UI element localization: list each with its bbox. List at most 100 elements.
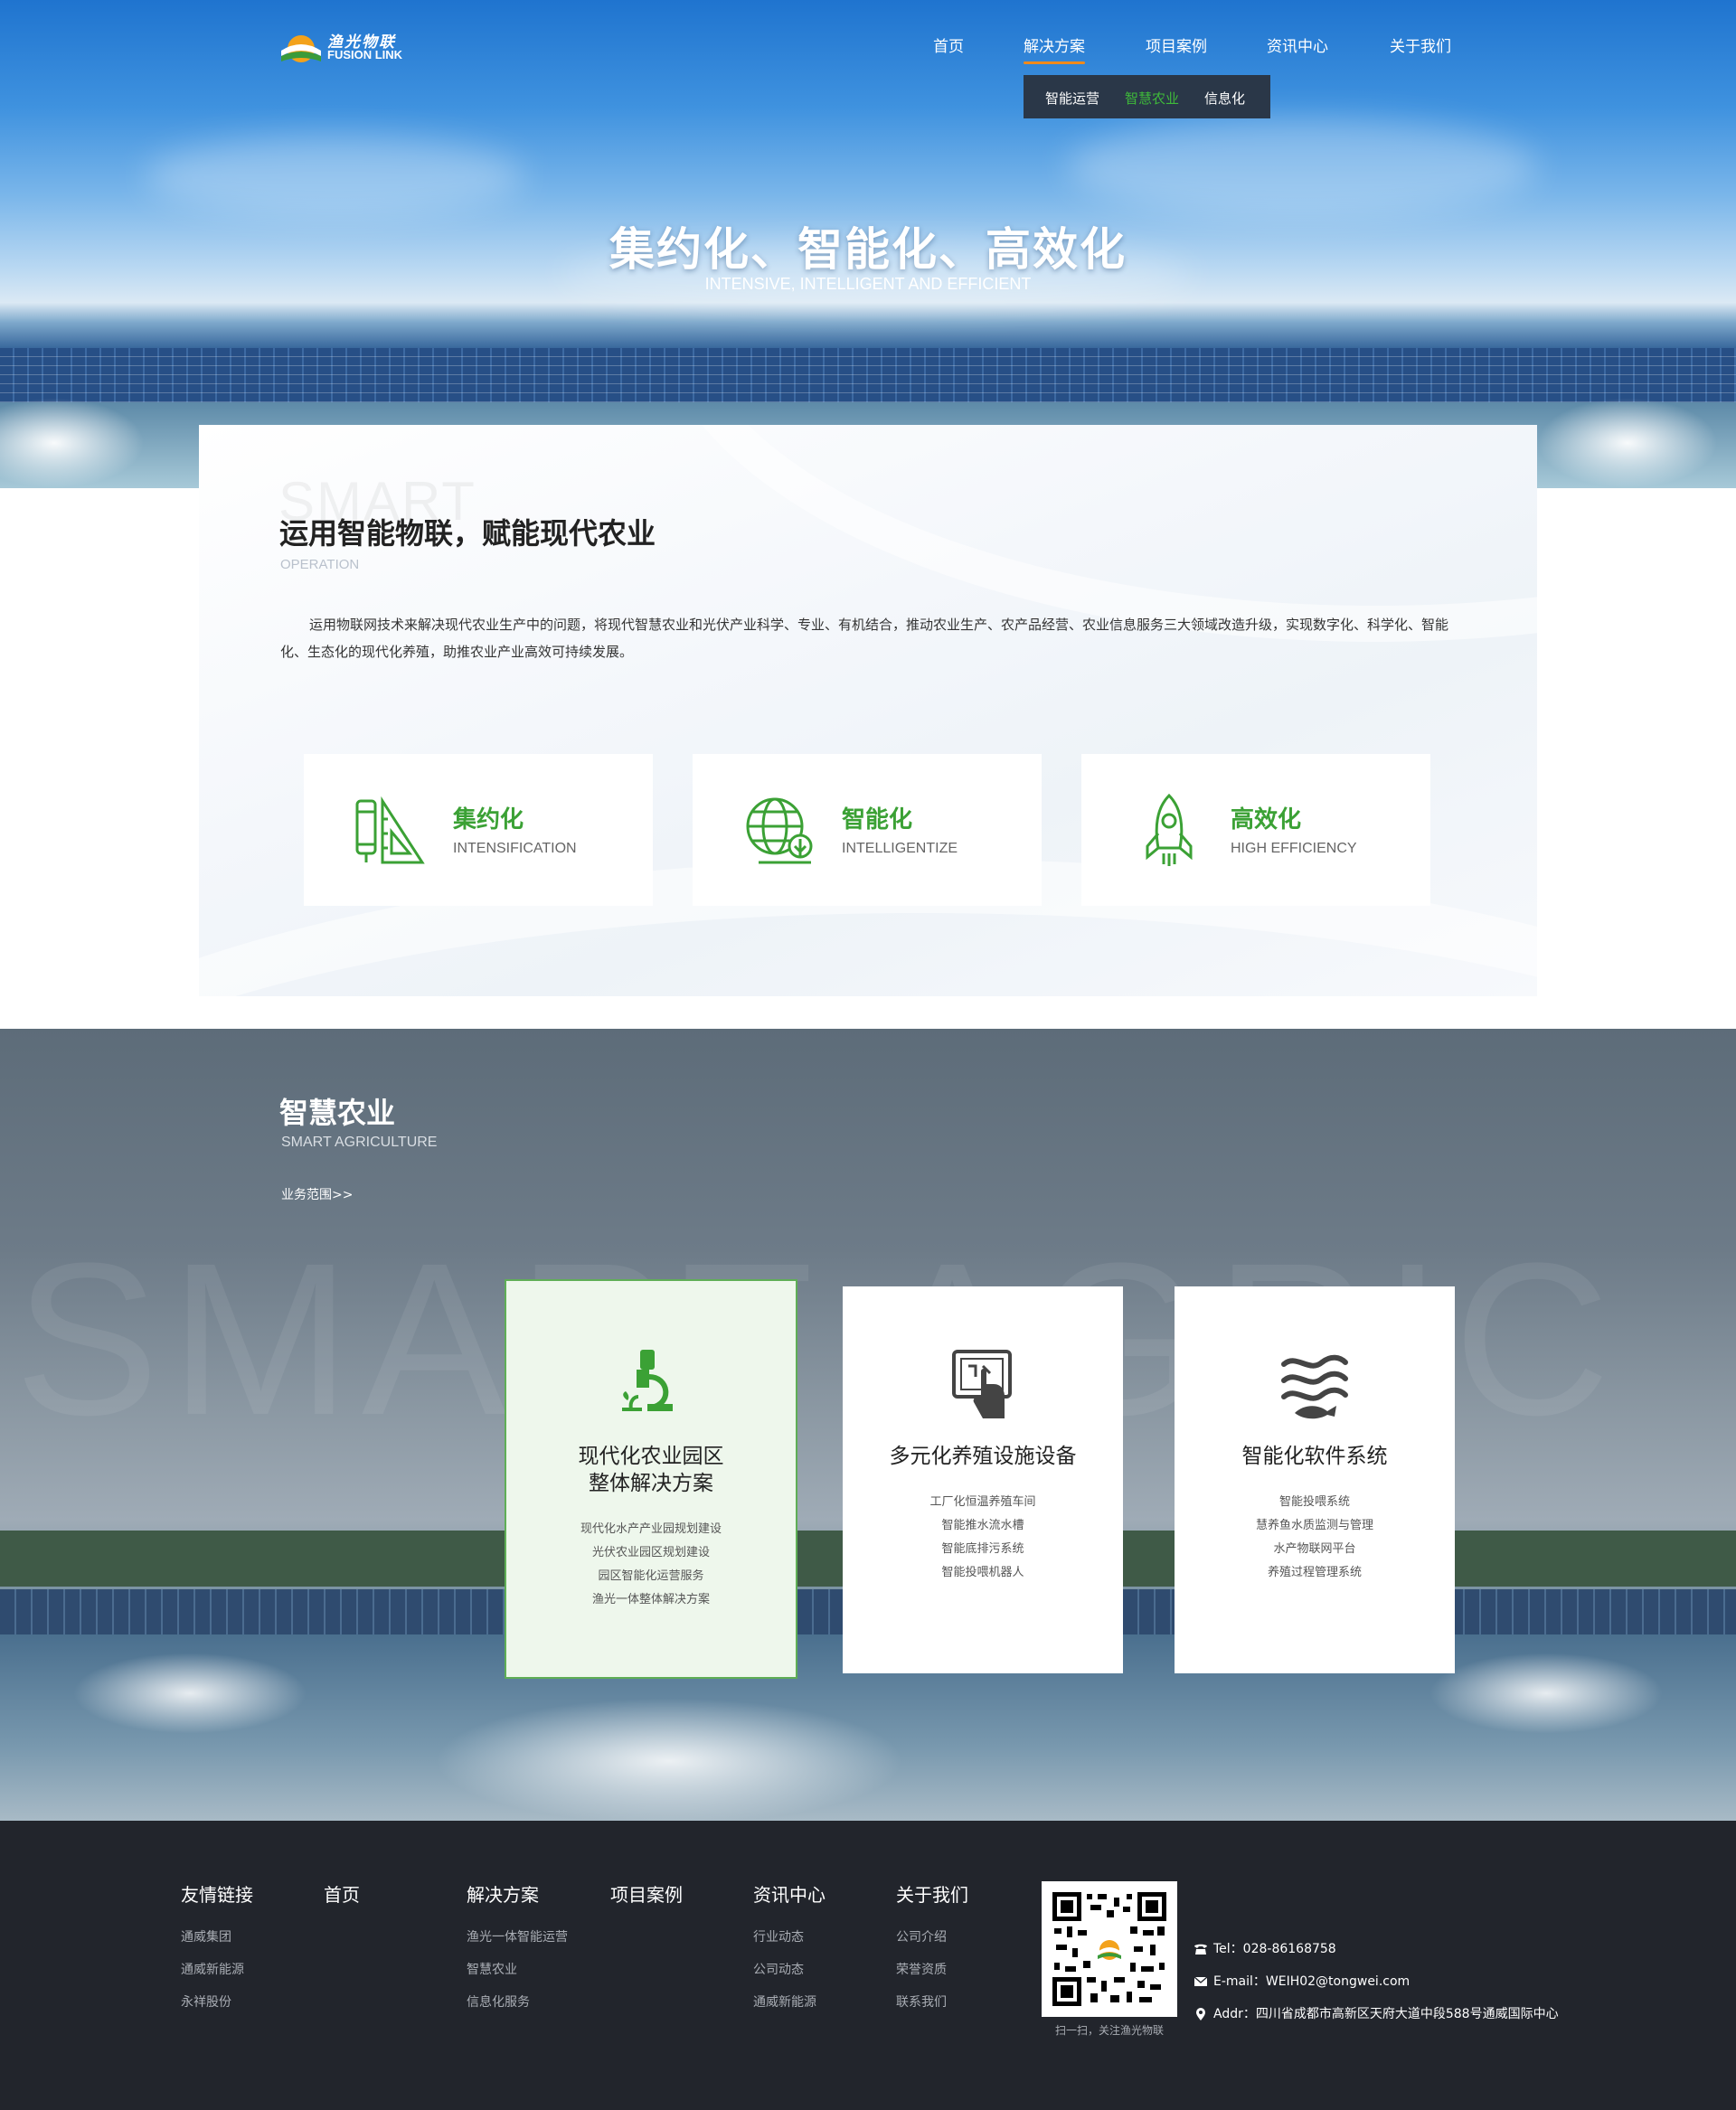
solution-card-title: 现代化农业园区 整体解决方案 — [506, 1443, 796, 1497]
footer-heading[interactable]: 解决方案 — [467, 1880, 568, 1907]
feature-name: 智能化 — [842, 806, 913, 834]
solution-card-list: 智能投喂系统 慧养鱼水质监测与管理 水产物联网平台 养殖过程管理系统 — [1175, 1491, 1455, 1585]
contact-address-text: Addr：四川省成都市高新区天府大道中段588号通威国际中心 — [1213, 2007, 1559, 2021]
footer-heading[interactable]: 资讯中心 — [753, 1880, 826, 1907]
cloud — [1067, 118, 1537, 217]
globe-plant-icon — [746, 797, 813, 864]
feature-card-high-efficiency[interactable]: 高效化 HIGH EFFICIENCY — [1081, 754, 1430, 906]
rocket-icon — [1146, 793, 1193, 866]
list-item: 现代化水产产业园规划建设 — [580, 1522, 722, 1536]
qr-code — [1042, 1881, 1177, 2017]
contact-tel: Tel：028-86168758 — [1194, 1933, 1559, 1965]
ruler-pencil-icon — [355, 796, 425, 864]
feature-name-en: INTENSIFICATION — [453, 841, 577, 856]
subnav-informatization[interactable]: 信息化 — [1204, 89, 1245, 108]
solutions-dropdown: 智能运营 智慧农业 信息化 — [1024, 75, 1270, 118]
solution-card-title-line: 现代化农业园区 — [578, 1445, 724, 1468]
qr-code-icon — [1051, 1890, 1168, 2008]
intro-title-en: OPERATION — [280, 557, 360, 572]
microscope-plant-icon — [622, 1350, 673, 1411]
water-splash — [434, 1698, 904, 1821]
contact-email-text[interactable]: E-mail：WEIH02@tongwei.com — [1213, 1965, 1410, 1998]
solution-card-equipment[interactable]: 多元化养殖设施设备 工厂化恒温养殖车间 智能推水流水槽 智能底排污系统 智能投喂… — [843, 1286, 1123, 1673]
water-splash — [72, 1653, 307, 1734]
feature-card-intensification[interactable]: 集约化 INTENSIFICATION — [304, 754, 653, 906]
fish-waves-icon — [1281, 1354, 1348, 1419]
footer-link[interactable]: 通威新能源 — [753, 1986, 826, 2019]
list-item: 智能投喂机器人 — [941, 1566, 1024, 1579]
location-pin-icon — [1196, 2008, 1205, 2021]
main-nav: 首页 解决方案 项目案例 资讯中心 关于我们 — [0, 33, 1736, 64]
footer-heading[interactable]: 关于我们 — [896, 1880, 968, 1907]
footer-heading: 友情链接 — [181, 1884, 253, 1906]
solution-card-park[interactable]: 现代化农业园区 整体解决方案 现代化水产产业园规划建设 光伏农业园区规划建设 园… — [505, 1279, 797, 1679]
water-splash — [1429, 1653, 1664, 1734]
hero-title: 集约化、智能化、高效化 — [609, 223, 1127, 276]
list-item: 智能推水流水槽 — [941, 1519, 1024, 1532]
footer-link[interactable]: 渔光一体智能运营 — [467, 1921, 568, 1954]
feature-card-intelligentize[interactable]: 智能化 INTELLIGENTIZE — [693, 754, 1042, 906]
footer-column-cases: 项目案例 — [610, 1880, 683, 1907]
subnav-smart-operation[interactable]: 智能运营 — [1045, 89, 1099, 108]
subnav-smart-agriculture[interactable]: 智慧农业 — [1125, 89, 1179, 108]
agri-title-en: SMART AGRICULTURE — [281, 1135, 438, 1150]
footer-link[interactable]: 公司介绍 — [896, 1921, 968, 1954]
contact-info: Tel：028-86168758 E-mail：WEIH02@tongwei.c… — [1194, 1933, 1559, 2030]
footer-link[interactable]: 荣誉资质 — [896, 1954, 968, 1986]
feature-name-en: HIGH EFFICIENCY — [1231, 841, 1357, 856]
footer-column-news: 资讯中心 行业动态 公司动态 通威新能源 — [753, 1880, 826, 2019]
agri-title: 智慧农业 — [279, 1096, 396, 1130]
nav-cases[interactable]: 项目案例 — [1146, 33, 1207, 56]
feature-name: 集约化 — [453, 806, 524, 834]
footer-column-friend-links: 友情链接 通威集团 通威新能源 永祥股份 — [181, 1880, 253, 2019]
intro-description: 运用物联网技术来解决现代农业生产中的问题，将现代智慧农业和光伏产业科学、专业、有… — [280, 617, 1449, 660]
water-splash — [1537, 398, 1718, 488]
list-item: 工厂化恒温养殖车间 — [929, 1495, 1036, 1509]
footer-link[interactable]: 行业动态 — [753, 1921, 826, 1954]
footer-link[interactable]: 永祥股份 — [181, 1986, 253, 2019]
solution-card-list: 工厂化恒温养殖车间 智能推水流水槽 智能底排污系统 智能投喂机器人 — [843, 1491, 1123, 1585]
qr-caption: 扫一扫，关注渔光物联 — [1054, 2024, 1164, 2037]
solution-card-title: 智能化软件系统 — [1175, 1443, 1455, 1470]
nav-news[interactable]: 资讯中心 — [1267, 33, 1328, 56]
smart-agriculture-section: SMART AGRIC 智慧农业 SMART AGRICULTURE 业务范围>… — [0, 1029, 1736, 1821]
footer-link[interactable]: 公司动态 — [753, 1954, 826, 1986]
solution-card-title-line: 智能化软件系统 — [1241, 1445, 1388, 1468]
footer-heading[interactable]: 项目案例 — [610, 1880, 683, 1907]
footer-link[interactable]: 联系我们 — [896, 1986, 968, 2019]
solution-card-title-line: 多元化养殖设施设备 — [889, 1445, 1077, 1468]
solution-card-title-line: 整体解决方案 — [589, 1472, 713, 1495]
phone-icon — [1194, 1944, 1207, 1955]
footer-link[interactable]: 信息化服务 — [467, 1986, 568, 2019]
mail-icon — [1194, 1976, 1208, 1986]
contact-email: E-mail：WEIH02@tongwei.com — [1194, 1965, 1559, 1998]
business-scope-link[interactable]: 业务范围>> — [281, 1185, 353, 1203]
solution-card-title: 多元化养殖设施设备 — [843, 1443, 1123, 1470]
touch-screen-icon — [952, 1350, 1012, 1418]
list-item: 园区智能化运营服务 — [598, 1569, 704, 1583]
list-item: 慧养鱼水质监测与管理 — [1255, 1519, 1373, 1532]
solution-card-software[interactable]: 智能化软件系统 智能投喂系统 慧养鱼水质监测与管理 水产物联网平台 养殖过程管理… — [1175, 1286, 1455, 1673]
nav-home[interactable]: 首页 — [933, 33, 964, 56]
footer-heading[interactable]: 首页 — [324, 1880, 360, 1907]
footer-column-solutions: 解决方案 渔光一体智能运营 智慧农业 信息化服务 — [467, 1880, 568, 2019]
nav-about[interactable]: 关于我们 — [1390, 33, 1451, 56]
intro-section: SMART 运用智能物联，赋能现代农业 OPERATION 运用物联网技术来解决… — [199, 425, 1537, 996]
footer-link[interactable]: 通威集团 — [181, 1921, 253, 1954]
footer-link[interactable]: 通威新能源 — [181, 1954, 253, 1986]
feature-name: 高效化 — [1231, 806, 1302, 834]
list-item: 智能投喂系统 — [1278, 1495, 1350, 1509]
cloud — [145, 136, 524, 217]
footer-link[interactable]: 智慧农业 — [467, 1954, 568, 1986]
nav-solutions[interactable]: 解决方案 — [1024, 33, 1085, 64]
solar-panels — [0, 348, 1736, 402]
list-item: 水产物联网平台 — [1273, 1542, 1356, 1556]
contact-tel-text: Tel：028-86168758 — [1213, 1942, 1336, 1956]
list-item: 渔光一体整体解决方案 — [591, 1593, 710, 1606]
list-item: 养殖过程管理系统 — [1267, 1566, 1362, 1579]
feature-name-en: INTELLIGENTIZE — [842, 841, 958, 856]
solution-card-list: 现代化水产产业园规划建设 光伏农业园区规划建设 园区智能化运营服务 渔光一体整体… — [506, 1518, 796, 1612]
hero-subtitle: INTENSIVE, INTELLIGENT AND EFFICIENT — [704, 275, 1032, 293]
footer-column-about: 关于我们 公司介绍 荣誉资质 联系我们 — [896, 1880, 968, 2019]
footer-column-home: 首页 — [324, 1880, 360, 1907]
